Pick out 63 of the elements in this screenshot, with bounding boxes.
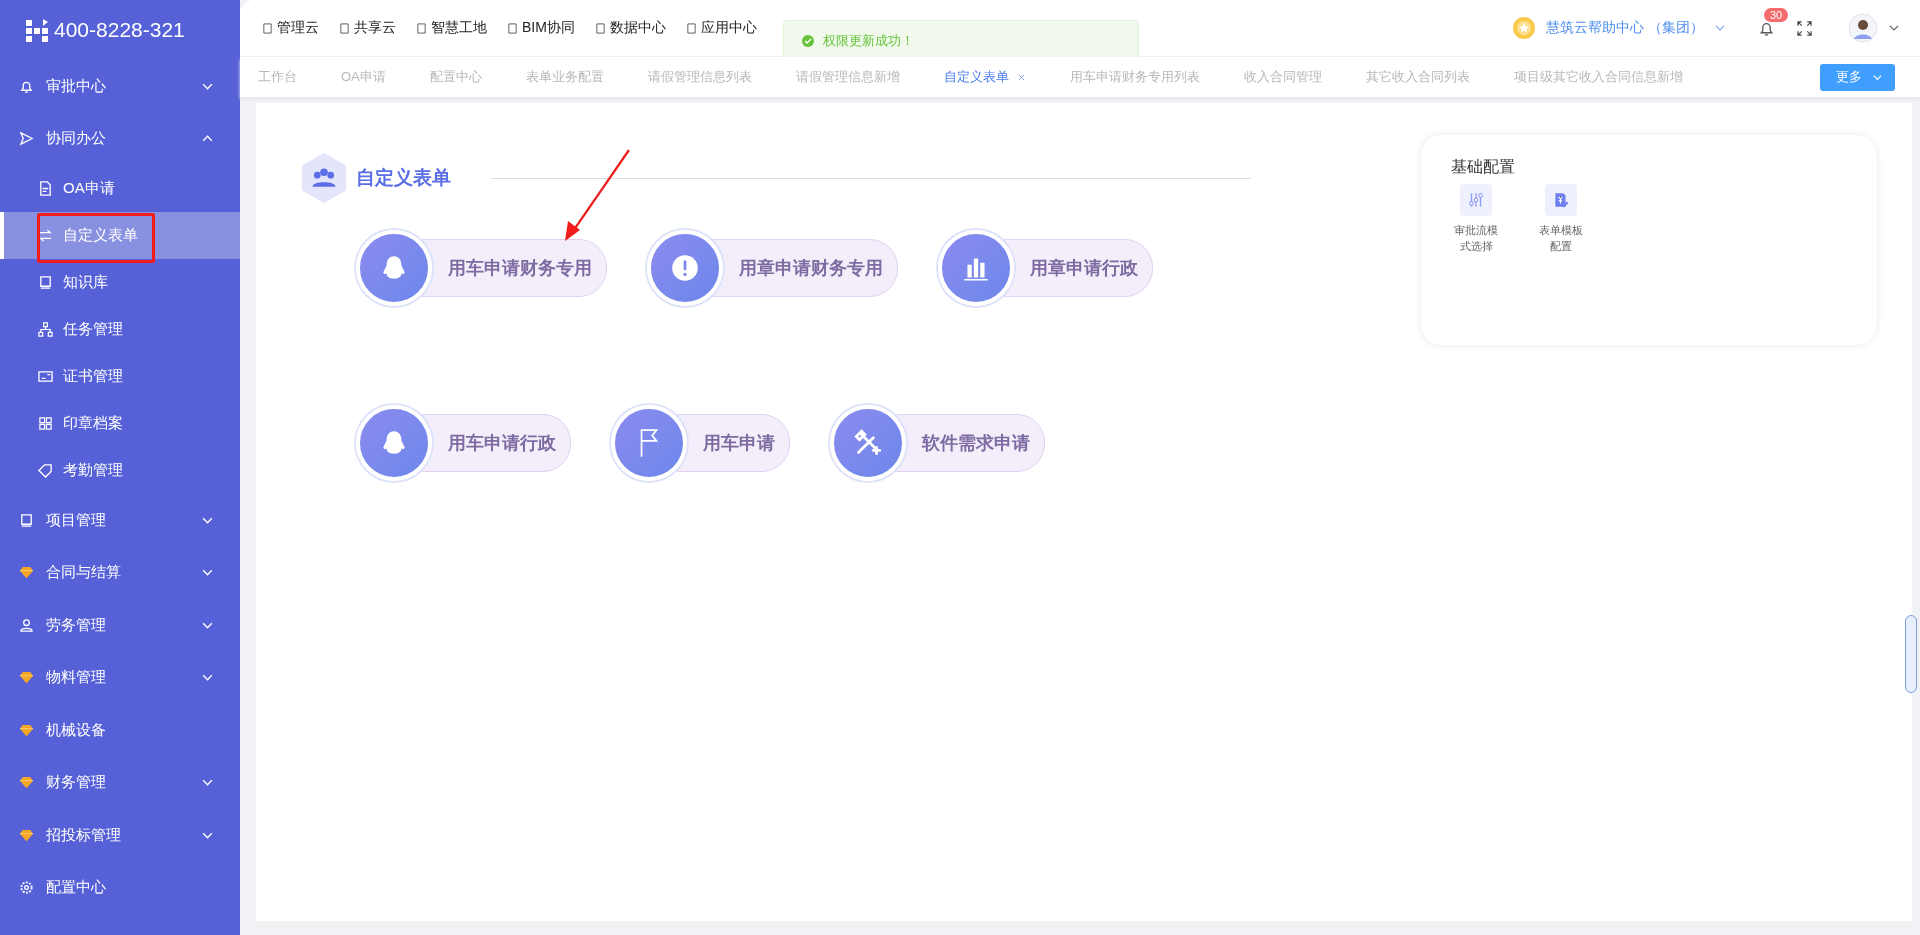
avatar[interactable] xyxy=(1848,13,1878,43)
document-yen-icon xyxy=(1552,191,1570,209)
phone-number: 400-8228-321 xyxy=(54,18,185,42)
nav-icon xyxy=(685,22,697,34)
sidebar-subitem[interactable]: OA申请 xyxy=(0,165,240,212)
config-item[interactable]: 审批流模式选择 xyxy=(1451,184,1501,254)
top-nav-item[interactable]: 应用中心 xyxy=(685,19,757,37)
sidebar-item[interactable]: 协同办公 xyxy=(0,112,240,165)
section-title: 自定义表单 xyxy=(356,166,451,190)
top-nav-item[interactable]: 管理云 xyxy=(262,19,319,37)
document-icon xyxy=(38,181,53,196)
scrollbar-thumb[interactable] xyxy=(1905,615,1917,693)
group-icon xyxy=(301,152,347,204)
check-icon xyxy=(802,35,814,47)
gem-icon xyxy=(19,722,34,738)
user-icon xyxy=(19,617,34,633)
top-nav-item[interactable]: BIM协同 xyxy=(507,19,575,37)
tab[interactable]: 自定义表单 xyxy=(943,68,1026,86)
sidebar-item[interactable]: 配置中心 xyxy=(0,861,240,914)
more-button[interactable]: 更多 xyxy=(1820,63,1895,91)
sliders-icon xyxy=(1467,191,1485,209)
fullscreen-icon[interactable] xyxy=(1797,20,1812,36)
sidebar-item[interactable]: 财务管理 xyxy=(0,756,240,809)
top-nav-item[interactable]: 共享云 xyxy=(339,19,396,37)
gem-icon xyxy=(19,670,34,686)
config-title: 基础配置 xyxy=(1451,157,1516,177)
send-icon xyxy=(19,131,34,147)
top-nav-item[interactable]: 数据中心 xyxy=(594,19,666,37)
config-item[interactable]: 表单模板配置 xyxy=(1536,184,1586,254)
sidebar-item[interactable]: 劳务管理 xyxy=(0,599,240,652)
sidebar-item[interactable]: 项目管理 xyxy=(0,494,240,547)
badge-icon xyxy=(1512,16,1537,40)
toast-message: 权限更新成功！ xyxy=(823,32,914,50)
tag-icon xyxy=(38,463,53,478)
sidebar-item[interactable]: 招投标管理 xyxy=(0,809,240,862)
sidebar-item[interactable]: 合同与结算 xyxy=(0,546,240,599)
sidebar-subitem[interactable]: 证书管理 xyxy=(0,353,240,400)
nav-icon xyxy=(262,22,273,34)
sidebar-item[interactable]: 审批中心 xyxy=(0,60,240,113)
hierarchy-icon xyxy=(38,322,53,337)
book-icon xyxy=(19,512,34,528)
grid-icon xyxy=(38,416,53,431)
sidebar-subitem[interactable]: 印章档案 xyxy=(0,400,240,447)
card-icon xyxy=(38,369,53,384)
organization-selector[interactable]: 慧筑云帮助中心 （集团） xyxy=(1546,19,1704,37)
nav-icon xyxy=(594,22,606,34)
sidebar-item[interactable]: 物料管理 xyxy=(0,651,240,704)
book-icon xyxy=(38,275,53,290)
sidebar-subitem[interactable]: 任务管理 xyxy=(0,306,240,353)
settings-icon xyxy=(19,880,34,896)
sidebar-subitem[interactable]: 考勤管理 xyxy=(0,447,240,494)
swap-icon xyxy=(38,228,53,243)
sidebar-subitem[interactable]: 知识库 xyxy=(0,259,240,306)
logo-icon xyxy=(25,17,51,43)
gem-icon xyxy=(19,565,34,581)
nav-icon xyxy=(339,22,350,34)
sidebar-item[interactable]: 机械设备 xyxy=(0,704,240,757)
nav-icon xyxy=(507,22,518,34)
nav-icon xyxy=(416,22,427,34)
notification-count: 30 xyxy=(1764,7,1789,22)
top-nav-item[interactable]: 智慧工地 xyxy=(416,19,487,37)
gem-icon xyxy=(19,827,34,843)
gem-icon xyxy=(19,775,34,791)
